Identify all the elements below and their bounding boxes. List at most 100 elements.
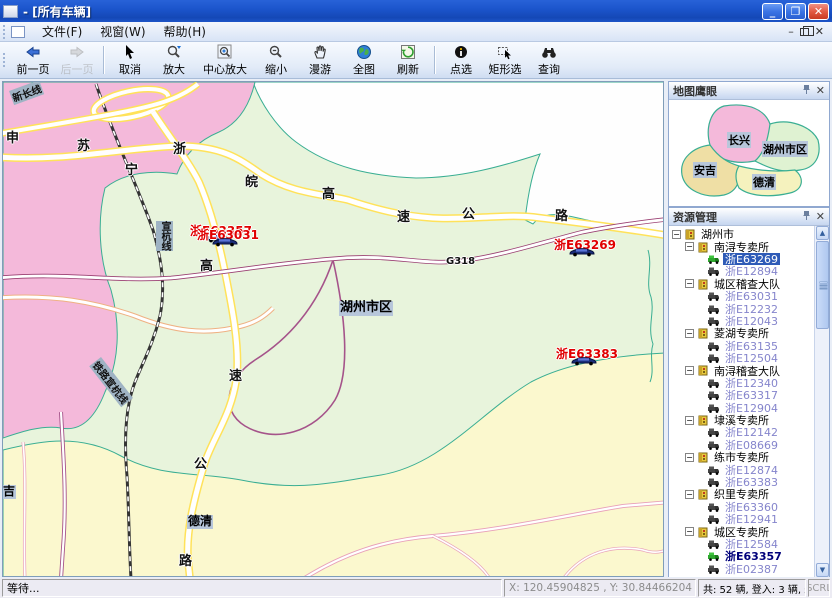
toolbar-button-label: 放大 (163, 61, 185, 77)
tree-vehicle-item[interactable]: 浙E12504 (669, 352, 814, 364)
minimize-button[interactable]: _ (762, 3, 783, 20)
tree-item-label: 城区专卖所 (712, 525, 771, 537)
toolbar-pan-hand-button[interactable]: 漫游 (298, 43, 342, 77)
pin-icon[interactable] (802, 210, 811, 224)
pin-icon[interactable] (802, 84, 811, 98)
tree-vehicle-item[interactable]: 浙E63360 (669, 501, 814, 513)
tree-vehicle-item[interactable]: 浙E12874 (669, 463, 814, 475)
restore-button[interactable]: ❐ (785, 3, 806, 20)
toolbar-grip-2 (3, 53, 8, 67)
road-label: G318 (446, 256, 475, 267)
map-canvas[interactable]: 申苏浙宁皖高速公路高速公路G318宣杭线铁路宣杭线新长线湖州市区德清吉浙E633… (2, 81, 664, 577)
tree-vehicle-item[interactable]: 浙E12340 (669, 377, 814, 389)
tree-vehicle-item[interactable]: 浙E12941 (669, 513, 814, 525)
tree-group-item[interactable]: −织里专卖所 (669, 488, 814, 500)
truck-gray-icon (707, 403, 720, 413)
menu-bar: 文件(F)视窗(W)帮助(H) – ✕ (0, 22, 832, 42)
tree-group-item[interactable]: −南浔专卖所 (669, 240, 814, 252)
truck-gray-icon (707, 378, 720, 388)
tree-item-label: 浙E02387 (723, 563, 780, 575)
tree-vehicle-item[interactable]: 浙E63317 (669, 389, 814, 401)
resource-panel-header: 资源管理 ✕ (669, 208, 829, 226)
minimap-close-icon[interactable]: ✕ (816, 84, 825, 97)
tree-group-item[interactable]: −埭溪专卖所 (669, 414, 814, 426)
toolbar-zoom-in-button[interactable]: 放大 (152, 43, 196, 77)
truck-gray-icon (707, 304, 720, 314)
toolbar-button-label: 漫游 (309, 61, 331, 77)
toolbar-binoculars-button[interactable]: 查询 (527, 43, 571, 77)
tree-group-item[interactable]: − 城区专卖所 (669, 525, 814, 537)
tree-group-item[interactable]: −南浔稽查大队 (669, 364, 814, 376)
toolbar-arrow-right-button[interactable]: 后一页 (55, 43, 99, 77)
expander-minus-icon[interactable]: − (685, 490, 694, 499)
toolbar-point-select-button[interactable]: 点选 (439, 43, 483, 77)
scroll-thumb[interactable] (816, 241, 829, 329)
minimap-panel-header: 地图鹰眼 ✕ (669, 82, 829, 100)
menu-item-0[interactable]: 文件(F) (33, 21, 91, 42)
vehicle-marker[interactable]: 浙E63383 (556, 345, 618, 362)
toolbar-rect-select-button[interactable]: 矩形选 (483, 43, 527, 77)
minimap-region-label: 湖州市区 (762, 141, 808, 157)
tree-root-item[interactable]: − 湖州市 (669, 228, 814, 240)
tree-group-item[interactable]: −城区稽查大队 (669, 278, 814, 290)
tree-item-label: 湖州市 (699, 228, 736, 240)
tree-group-item[interactable]: −菱湖专卖所 (669, 327, 814, 339)
tree-item-label: 浙E12941 (723, 513, 780, 525)
tree-vehicle-item[interactable]: 浙E12142 (669, 426, 814, 438)
toolbar-refresh-button[interactable]: 刷新 (386, 43, 430, 77)
truck-gray-icon (707, 564, 720, 574)
close-button[interactable]: ✕ (808, 3, 829, 20)
toolbar-center-zoom-button[interactable]: 中心放大 (196, 43, 254, 77)
child-close-button[interactable]: ✕ (815, 26, 824, 38)
expander-minus-icon[interactable]: − (685, 366, 694, 375)
child-restore-button[interactable] (800, 28, 809, 36)
cursor-icon (122, 44, 138, 60)
toolbar-zoom-out-button[interactable]: 缩小 (254, 43, 298, 77)
tree-item-label: 浙E63357 (723, 550, 784, 562)
expander-minus-icon[interactable]: − (672, 230, 681, 239)
tree-vehicle-item[interactable]: 浙E08669 (669, 439, 814, 451)
scroll-down-icon[interactable]: ▼ (816, 563, 829, 577)
expander-minus-icon[interactable]: − (685, 329, 694, 338)
vehicle-marker[interactable]: 浙E63031 (197, 226, 259, 243)
truck-gray-icon (707, 502, 720, 512)
tree-scrollbar[interactable]: ▲ ▼ (814, 226, 829, 577)
point-select-icon (453, 44, 469, 60)
tree-vehicle-item[interactable]: 浙E63357 (669, 550, 814, 562)
resource-close-icon[interactable]: ✕ (816, 210, 825, 223)
tree-vehicle-item[interactable]: 浙E12584 (669, 538, 814, 550)
toolbar-button-label: 全图 (353, 61, 375, 77)
resource-panel: 资源管理 ✕ −湖州市−南浔专卖所浙E63269浙E12894−城区稽查大队浙E… (668, 207, 830, 577)
tree-vehicle-item[interactable]: 浙E12232 (669, 302, 814, 314)
scroll-up-icon[interactable]: ▲ (816, 226, 829, 240)
tree-vehicle-item[interactable]: 浙E12894 (669, 265, 814, 277)
tree-group-item[interactable]: −练市专卖所 (669, 451, 814, 463)
expander-minus-icon[interactable]: − (685, 453, 694, 462)
expander-minus-icon[interactable]: − (685, 527, 694, 536)
arrow-left-icon (25, 44, 41, 60)
building-icon (697, 241, 709, 253)
expander-minus-icon[interactable]: − (685, 242, 694, 251)
tree-vehicle-item[interactable]: 浙E12904 (669, 401, 814, 413)
minimap-canvas[interactable]: 长兴安吉湖州市区德清 (669, 100, 829, 205)
child-minimize-button[interactable]: – (788, 26, 794, 38)
tree-vehicle-item[interactable]: 浙E63383 (669, 476, 814, 488)
toolbar-cursor-button[interactable]: 取消 (108, 43, 152, 77)
tree-item-label: 浙E12504 (723, 352, 780, 364)
tree-vehicle-item[interactable]: 浙E63135 (669, 340, 814, 352)
expander-minus-icon[interactable]: − (685, 279, 694, 288)
tree-item-label: 浙E63269 (723, 253, 780, 265)
vehicle-marker[interactable]: 浙E63269 (554, 236, 616, 253)
tree-vehicle-item[interactable]: 浙E63269 (669, 253, 814, 265)
toolbar-arrow-left-button[interactable]: 前一页 (11, 43, 55, 77)
child-window-icon[interactable] (11, 26, 25, 38)
globe-icon (356, 44, 372, 60)
expander-minus-icon[interactable]: − (685, 416, 694, 425)
tree-vehicle-item[interactable]: 浙E12043 (669, 315, 814, 327)
toolbar-globe-button[interactable]: 全图 (342, 43, 386, 77)
menu-item-2[interactable]: 帮助(H) (155, 21, 215, 42)
truck-gray-icon (707, 341, 720, 351)
menu-item-1[interactable]: 视窗(W) (91, 21, 154, 42)
tree-vehicle-item[interactable]: 浙E63031 (669, 290, 814, 302)
tree-vehicle-item[interactable]: 浙E02387 (669, 563, 814, 575)
